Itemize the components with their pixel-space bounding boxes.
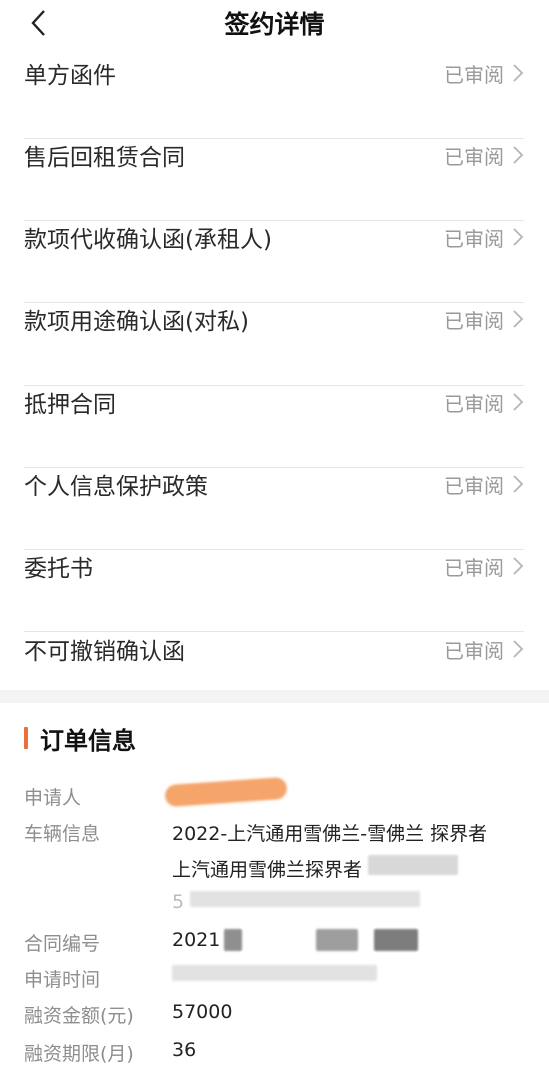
redacted-block — [368, 855, 459, 875]
document-status: 已审阅 — [444, 473, 504, 498]
document-label: 单方函件 — [24, 63, 116, 89]
vehicle-label: 车辆信息 — [24, 823, 101, 845]
document-label: 款项用途确认函(对私) — [24, 309, 249, 335]
redacted-block — [224, 929, 243, 951]
redacted-block — [374, 929, 419, 951]
redacted-block — [190, 891, 421, 907]
order-info-card: 订单信息 申请人 车辆信息 2022-上汽通用雪佛兰-雪佛兰 探界者 上汽通用雪… — [0, 703, 549, 1071]
document-row-irrevocable-confirmation[interactable]: 不可撤销确认函 已审阅 — [24, 608, 524, 690]
amount-value: 57000 — [172, 1001, 233, 1023]
signing-details-page: 单方函件 已审阅 售后回租赁合同 已审阅 款项代收确认函(承租人) 已审阅 款项… — [0, 0, 549, 1071]
term-row: 融资期限(月) 36 — [24, 1039, 534, 1066]
document-row-leaseback-contract[interactable]: 售后回租赁合同 已审阅 — [24, 114, 524, 196]
chevron-right-icon — [512, 474, 524, 494]
document-label: 个人信息保护政策 — [24, 474, 208, 500]
document-status: 已审阅 — [444, 226, 504, 251]
document-row-power-of-attorney[interactable]: 委托书 已审阅 — [24, 525, 524, 607]
document-label: 款项代收确认函(承租人) — [24, 227, 272, 253]
applicant-row: 申请人 — [24, 783, 534, 810]
document-status: 已审阅 — [444, 144, 504, 169]
document-status: 已审阅 — [444, 391, 504, 416]
document-status: 已审阅 — [444, 638, 504, 663]
contract-row: 合同编号 2021 — [24, 929, 534, 956]
vehicle-row-3: 5 — [24, 891, 534, 913]
term-value: 36 — [172, 1039, 197, 1061]
document-row-collection-confirmation[interactable]: 款项代收确认函(承租人) 已审阅 — [24, 196, 524, 278]
document-list-card: 单方函件 已审阅 售后回租赁合同 已审阅 款项代收确认函(承租人) 已审阅 款项… — [0, 28, 549, 690]
chevron-right-icon — [512, 227, 524, 247]
chevron-right-icon — [512, 392, 524, 412]
document-label: 委托书 — [24, 556, 93, 582]
chevron-right-icon — [512, 309, 524, 329]
chevron-right-icon — [512, 63, 524, 83]
time-label: 申请时间 — [24, 969, 101, 991]
contract-value: 2021 — [172, 929, 221, 951]
document-status: 已审阅 — [444, 555, 504, 580]
applicant-label: 申请人 — [24, 787, 82, 809]
document-status: 已审阅 — [444, 308, 504, 333]
chevron-right-icon — [512, 556, 524, 576]
redacted-block — [316, 929, 359, 951]
vehicle-line-3: 5 — [172, 891, 185, 913]
document-row-mortgage-contract[interactable]: 抵押合同 已审阅 — [24, 361, 524, 443]
section-title: 订单信息 — [40, 726, 136, 755]
vehicle-row-2: 上汽通用雪佛兰探界者 — [24, 855, 534, 882]
vehicle-line-2: 上汽通用雪佛兰探界者 — [172, 859, 363, 881]
document-row-purpose-confirmation[interactable]: 款项用途确认函(对私) 已审阅 — [24, 278, 524, 360]
contract-label: 合同编号 — [24, 933, 101, 955]
document-row-privacy-policy[interactable]: 个人信息保护政策 已审阅 — [24, 443, 524, 525]
document-status: 已审阅 — [444, 62, 504, 87]
time-row: 申请时间 — [24, 965, 534, 992]
chevron-right-icon — [512, 639, 524, 659]
nav-header: 签约详情 — [0, 0, 549, 52]
term-label: 融资期限(月) — [24, 1043, 134, 1065]
vehicle-line-1: 2022-上汽通用雪佛兰-雪佛兰 探界者 — [172, 823, 488, 845]
section-header: 订单信息 — [24, 723, 136, 755]
document-label: 抵押合同 — [24, 392, 116, 418]
page-title: 签约详情 — [224, 10, 325, 39]
document-label: 不可撤销确认函 — [24, 639, 185, 665]
document-label: 售后回租赁合同 — [24, 145, 185, 171]
accent-bar — [24, 727, 28, 749]
chevron-right-icon — [512, 145, 524, 165]
redacted-block — [172, 965, 377, 981]
amount-row: 融资金额(元) 57000 — [24, 1001, 534, 1028]
amount-label: 融资金额(元) — [24, 1005, 134, 1027]
vehicle-row: 车辆信息 2022-上汽通用雪佛兰-雪佛兰 探界者 — [24, 819, 534, 846]
